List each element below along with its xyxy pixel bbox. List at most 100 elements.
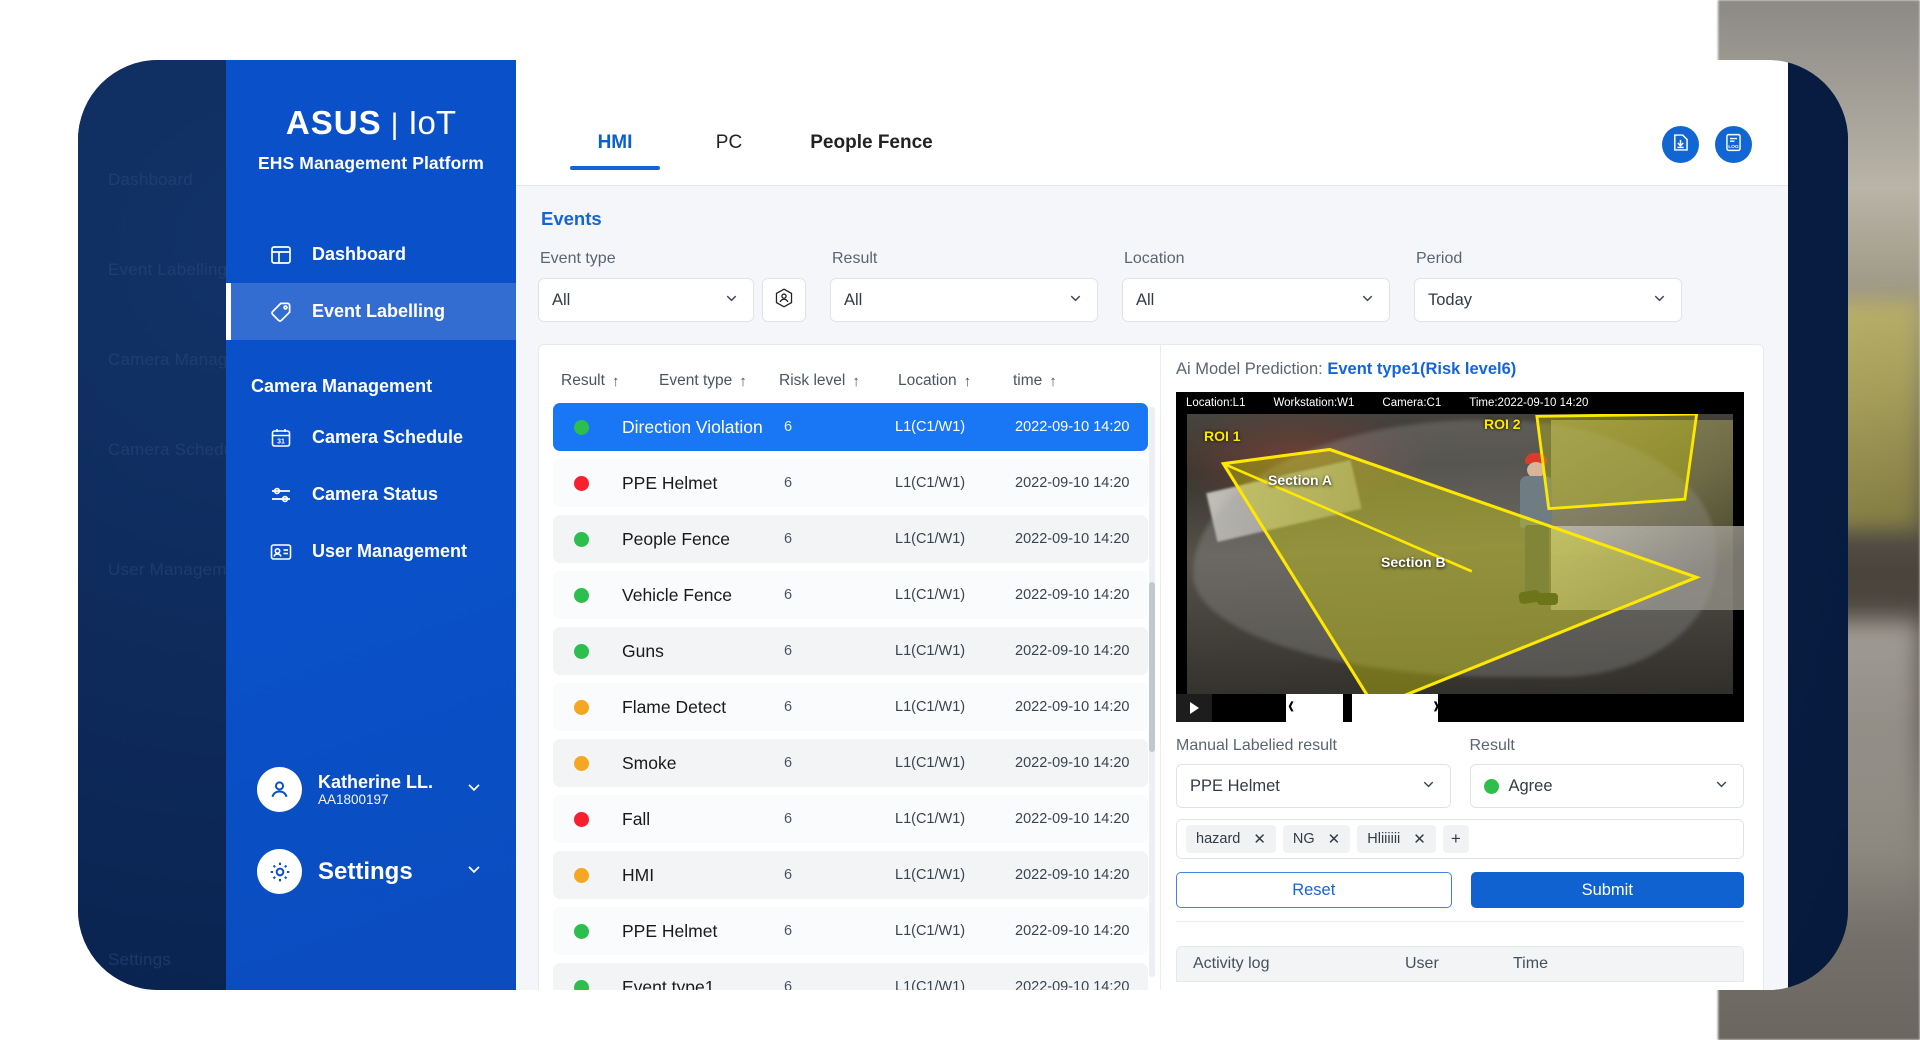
period-select[interactable]: Today <box>1414 278 1682 322</box>
cell-time: 2022-09-10 14:20 <box>1015 643 1130 659</box>
table-row[interactable]: Flame Detect 6 L1(C1/W1) 2022-09-10 14:20 <box>553 683 1148 731</box>
cell-risk-level: 6 <box>784 811 793 827</box>
column-header-location[interactable]: Location ↑ <box>898 372 1013 390</box>
sidebar-item-camera-schedule[interactable]: 31 Camera Schedule <box>226 409 516 466</box>
user-hexagon-button[interactable] <box>762 278 806 322</box>
reset-label: Reset <box>1292 880 1336 899</box>
status-dot <box>574 979 589 990</box>
table-row[interactable]: Direction Violation 6 L1(C1/W1) 2022-09-10 … <box>553 403 1148 451</box>
sidebar-item-label: User Management <box>312 541 468 561</box>
filter-event-type: Event type All <box>538 250 806 322</box>
cell-location: L1(C1/W1) <box>895 867 966 883</box>
manual-result-select[interactable]: PPE Helmet <box>1176 764 1451 808</box>
select-value: All <box>552 290 571 309</box>
brand-logo: ASUS | IoT <box>285 104 457 141</box>
result-agree-select[interactable]: Agree <box>1469 764 1744 808</box>
table-row[interactable]: Fall 6 L1(C1/W1) 2022-09-10 14:20 <box>553 795 1148 843</box>
timeline-handle-start[interactable]: ❰ <box>1286 694 1295 722</box>
video-player[interactable]: Location:L1 Workstation:W1 Camera:C1 Tim… <box>1176 392 1744 722</box>
tags-input[interactable]: hazard ✕ NG ✕ Hliiiiii ✕ + <box>1176 819 1744 859</box>
scrollbar-thumb[interactable] <box>1149 582 1155 752</box>
table-row[interactable]: People Fence 6 L1(C1/W1) 2022-09-10 14:20 <box>553 515 1148 563</box>
sidebar-item-user-management[interactable]: User Management <box>226 523 516 580</box>
manual-label-field: Manual Labelied result PPE Helmet <box>1176 737 1451 808</box>
status-dot <box>574 923 589 939</box>
form-divider <box>1176 921 1744 922</box>
reset-button[interactable]: Reset <box>1176 872 1452 908</box>
column-label: Result <box>561 372 605 389</box>
video-timeline[interactable]: ❰ ❱ <box>1212 694 1744 722</box>
cell-risk-level: 6 <box>784 755 793 771</box>
tab-people-fence[interactable]: People Fence <box>784 132 959 170</box>
main-area: HMI PC People Fence LOG Events Event typ… <box>516 60 1788 990</box>
location-select[interactable]: All <box>1122 278 1390 322</box>
play-button[interactable] <box>1176 694 1212 722</box>
log-button[interactable]: LOG <box>1715 126 1752 163</box>
column-label: Risk level <box>779 372 846 389</box>
status-dot <box>574 475 589 491</box>
table-row[interactable]: PPE Helmet 6 L1(C1/W1) 2022-09-10 14:20 <box>553 907 1148 955</box>
timeline-handle-end[interactable]: ❱ <box>1431 694 1440 722</box>
chevron-down-icon[interactable] <box>464 777 484 802</box>
tag-add-button[interactable]: + <box>1442 825 1469 853</box>
tab-label: PC <box>715 132 743 153</box>
event-type-select[interactable]: All <box>538 278 754 322</box>
sidebar-bottom: Katherine LL. AA1800197 Settings <box>226 767 516 894</box>
topbar: HMI PC People Fence LOG <box>516 60 1788 186</box>
events-table: Result ↑ Event type ↑ Risk level ↑ Locat… <box>539 345 1161 990</box>
tag-chip[interactable]: NG ✕ <box>1282 825 1351 853</box>
calendar-icon: 31 <box>269 426 293 450</box>
tag-chip[interactable]: Hliiiiii ✕ <box>1357 825 1436 853</box>
video-meta-location: Location:L1 <box>1186 397 1246 409</box>
events-scrollbar[interactable] <box>1149 407 1155 977</box>
log-column-user: User <box>1405 955 1439 972</box>
submit-label: Submit <box>1581 880 1633 899</box>
tag-remove-icon[interactable]: ✕ <box>1413 830 1426 848</box>
column-header-result[interactable]: Result ↑ <box>561 372 659 390</box>
table-row[interactable]: PPE Helmet 6 L1(C1/W1) 2022-09-10 14:20 <box>553 459 1148 507</box>
submit-button[interactable]: Submit <box>1470 872 1744 908</box>
table-row[interactable]: Event type1 6 L1(C1/W1) 2022-09-10 14:20 <box>553 963 1148 990</box>
ghost-item-0: Dashboard <box>108 170 193 189</box>
tag-remove-icon[interactable]: ✕ <box>1328 830 1341 848</box>
table-row[interactable]: HMI 6 L1(C1/W1) 2022-09-10 14:20 <box>553 851 1148 899</box>
select-value: All <box>844 290 863 309</box>
column-header-time[interactable]: time ↑ <box>1013 372 1073 390</box>
sidebar-item-label: Event Labelling <box>312 301 446 321</box>
tag-remove-icon[interactable]: ✕ <box>1253 830 1266 848</box>
column-header-event-type[interactable]: Event type ↑ <box>659 372 779 390</box>
sidebar-item-camera-status[interactable]: Camera Status <box>226 466 516 523</box>
tag-chip[interactable]: hazard ✕ <box>1186 825 1276 853</box>
cell-event-type: Direction Violation <box>622 416 763 437</box>
table-row[interactable]: Smoke 6 L1(C1/W1) 2022-09-10 14:20 <box>553 739 1148 787</box>
cell-time: 2022-09-10 14:20 <box>1015 475 1130 491</box>
tab-hmi[interactable]: HMI <box>556 132 674 170</box>
sort-asc-icon: ↑ <box>611 372 620 390</box>
download-button[interactable] <box>1662 126 1699 163</box>
cell-time: 2022-09-10 14:20 <box>1015 979 1130 990</box>
log-column-activity: Activity log <box>1193 955 1270 972</box>
sidebar-settings[interactable]: Settings <box>226 849 516 894</box>
sort-asc-icon: ↑ <box>1049 372 1057 390</box>
ai-prediction: Ai Model Prediction: Event type1(Risk le… <box>1176 360 1744 379</box>
tab-pc[interactable]: PC <box>674 132 784 170</box>
tab-bar: HMI PC People Fence <box>516 132 959 170</box>
cell-location: L1(C1/W1) <box>895 419 966 435</box>
sidebar-item-dashboard[interactable]: Dashboard <box>226 226 516 283</box>
id-card-icon <box>269 540 293 564</box>
table-row[interactable]: Vehicle Fence 6 L1(C1/W1) 2022-09-10 14:20 <box>553 571 1148 619</box>
device-frame: Dashboard Event Labelling Camera Managem… <box>78 60 1848 990</box>
result-select[interactable]: All <box>830 278 1098 322</box>
cell-risk-level: 6 <box>784 867 793 883</box>
filter-label: Event type <box>540 250 616 267</box>
chevron-down-icon[interactable] <box>464 859 484 884</box>
sidebar-user[interactable]: Katherine LL. AA1800197 <box>226 767 516 812</box>
cell-time: 2022-09-10 14:20 <box>1015 587 1130 603</box>
sidebar-item-event-labelling[interactable]: Event Labelling <box>226 283 516 340</box>
chevron-down-icon <box>1651 289 1668 311</box>
roi-overlay <box>1220 414 1702 694</box>
svg-text:31: 31 <box>277 438 285 445</box>
table-row[interactable]: Guns 6 L1(C1/W1) 2022-09-10 14:20 <box>553 627 1148 675</box>
sidebar-nav: Dashboard Event Labelling Camera Managem… <box>226 226 516 580</box>
column-header-risk-level[interactable]: Risk level ↑ <box>779 372 898 390</box>
